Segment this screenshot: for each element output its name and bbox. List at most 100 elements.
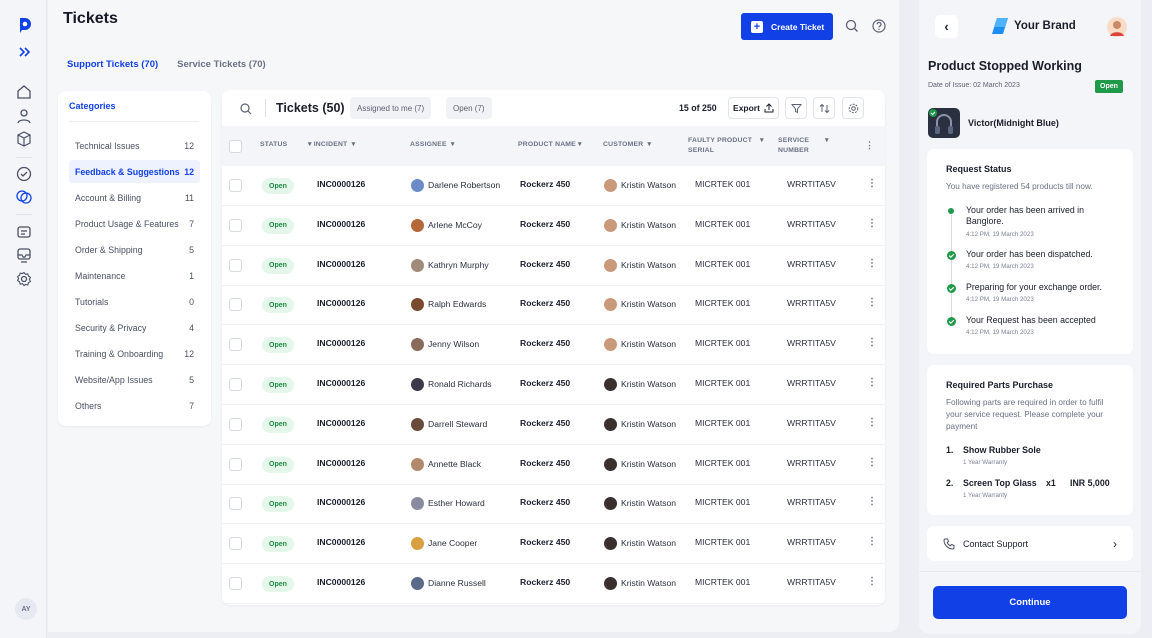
incident-id[interactable]: INC0000126: [317, 497, 365, 507]
incident-id[interactable]: INC0000126: [317, 298, 365, 308]
incident-id[interactable]: INC0000126: [317, 219, 365, 229]
search-icon[interactable]: [845, 19, 859, 33]
home-icon[interactable]: [16, 84, 32, 100]
row-checkbox[interactable]: [229, 179, 242, 192]
chat-icon[interactable]: [16, 189, 32, 205]
help-icon[interactable]: [872, 19, 886, 33]
create-ticket-button[interactable]: + Create Ticket: [741, 13, 833, 40]
box-icon[interactable]: [16, 131, 32, 147]
col-incident[interactable]: ▾ INCIDENT ▾: [308, 140, 355, 150]
table-row[interactable]: Open INC0000126 Ronald Richards Rockerz …: [222, 365, 885, 405]
row-menu-icon[interactable]: ⋮: [867, 258, 877, 269]
category-item[interactable]: Training & Onboarding 12: [69, 342, 200, 365]
row-checkbox[interactable]: [229, 258, 242, 272]
user-avatar[interactable]: AY: [15, 598, 37, 620]
row-checkbox[interactable]: [229, 417, 242, 431]
user-icon[interactable]: [16, 108, 32, 124]
assigned-to-me-filter[interactable]: Assigned to me (7): [350, 97, 432, 119]
export-button[interactable]: Export: [728, 97, 779, 119]
row-menu-icon[interactable]: ⋮: [867, 576, 877, 587]
category-item[interactable]: Feedback & Suggestions 12: [69, 160, 200, 183]
table-row[interactable]: Open INC0000126 Darlene Robertson Rocker…: [222, 166, 885, 206]
column-menu-icon[interactable]: ⋮: [865, 140, 874, 150]
row-menu-icon[interactable]: ⋮: [867, 417, 877, 428]
col-service-number[interactable]: SERVICE NUMBER: [778, 136, 828, 156]
table-row[interactable]: Open INC0000126 Esther Howard Rockerz 45…: [222, 484, 885, 525]
status-badge: Open: [262, 178, 294, 194]
table-row[interactable]: Open INC0000126 Ralph Edwards Rockerz 45…: [222, 285, 885, 326]
search-icon[interactable]: [240, 103, 252, 115]
card-icon[interactable]: [16, 224, 32, 240]
open-filter[interactable]: Open (7): [446, 97, 492, 119]
row-checkbox[interactable]: [229, 378, 242, 391]
col-assignee[interactable]: ASSIGNEE ▾: [410, 140, 455, 150]
col-customer[interactable]: CUSTOMER ▾: [603, 140, 651, 150]
col-faulty-product-serial[interactable]: FAULTY PRODUCT SERIAL: [688, 136, 768, 156]
table-row[interactable]: Open INC0000126 Kathryn Murphy Rockerz 4…: [222, 246, 885, 286]
col-product-name[interactable]: PRODUCT NAME ▾: [518, 140, 582, 150]
row-checkbox[interactable]: [229, 298, 242, 312]
incident-id[interactable]: INC0000126: [317, 338, 365, 348]
incident-id[interactable]: INC0000126: [317, 458, 365, 468]
incident-id[interactable]: INC0000126: [317, 418, 365, 428]
row-menu-icon[interactable]: ⋮: [867, 536, 877, 547]
category-item[interactable]: Product Usage & Features 7: [69, 212, 200, 235]
category-item[interactable]: Technical Issues 12: [69, 134, 200, 157]
settings-icon[interactable]: [16, 271, 32, 287]
category-item[interactable]: Order & Shipping 5: [69, 238, 200, 261]
row-menu-icon[interactable]: ⋮: [867, 178, 877, 189]
profile-avatar[interactable]: [1107, 17, 1127, 37]
back-button[interactable]: ‹: [935, 15, 958, 38]
row-checkbox[interactable]: [229, 457, 242, 471]
col-incident-label: INCIDENT: [313, 141, 348, 148]
incident-id[interactable]: INC0000126: [317, 537, 365, 547]
category-label: Tutorials: [75, 296, 109, 307]
select-all-checkbox[interactable]: [229, 140, 242, 153]
incident-id[interactable]: INC0000126: [317, 378, 365, 388]
row-menu-icon[interactable]: ⋮: [867, 297, 877, 308]
row-menu-icon[interactable]: ⋮: [867, 496, 877, 507]
tab-service-tickets[interactable]: Service Tickets (70): [177, 59, 266, 70]
row-checkbox[interactable]: [229, 338, 242, 352]
row-checkbox[interactable]: [229, 497, 242, 511]
table-row[interactable]: Open INC0000126 Arlene McCoy Rockerz 450…: [222, 206, 885, 246]
row-menu-icon[interactable]: ⋮: [867, 337, 877, 348]
expand-icon[interactable]: [16, 44, 32, 60]
category-item[interactable]: Security & Privacy 4: [69, 316, 200, 339]
category-item[interactable]: Tutorials 0: [69, 290, 200, 313]
contact-support-label: Contact Support: [963, 538, 1029, 549]
col-status[interactable]: STATUS: [260, 140, 287, 150]
table-row[interactable]: Open INC0000126 Jenny Wilson Rockerz 450…: [222, 325, 885, 366]
table-row[interactable]: Open INC0000126 Dianne Russell Rockerz 4…: [222, 564, 885, 604]
service-number: WRRTITA5V: [787, 218, 836, 229]
row-menu-icon[interactable]: ⋮: [867, 218, 877, 229]
sort-button[interactable]: [813, 97, 835, 119]
incident-id[interactable]: INC0000126: [317, 179, 365, 189]
row-menu-icon[interactable]: ⋮: [867, 457, 877, 468]
table-row[interactable]: Open INC0000126 Darrell Steward Rockerz …: [222, 405, 885, 445]
category-count: 1: [189, 270, 194, 281]
contact-support-button[interactable]: Contact Support ›: [927, 526, 1133, 561]
row-checkbox[interactable]: [229, 218, 242, 232]
col-serial-sort[interactable]: ▾: [760, 136, 764, 146]
table-row[interactable]: Open INC0000126 Annette Black Rockerz 45…: [222, 445, 885, 485]
tab-support-tickets[interactable]: Support Tickets (70): [67, 59, 158, 70]
app-logo-icon[interactable]: [17, 16, 33, 34]
inbox-icon[interactable]: [16, 247, 32, 263]
row-checkbox[interactable]: [229, 537, 242, 551]
row-menu-icon[interactable]: ⋮: [867, 377, 877, 388]
check-circle-icon[interactable]: [16, 166, 32, 182]
category-item[interactable]: Others 7: [69, 394, 200, 417]
continue-button[interactable]: Continue: [933, 586, 1127, 619]
incident-id[interactable]: INC0000126: [317, 259, 365, 269]
table-row[interactable]: Open INC0000126 Jane Cooper Rockerz 450 …: [222, 524, 885, 565]
categories-divider: [69, 121, 199, 122]
col-service-sort[interactable]: ▾: [825, 136, 829, 146]
table-settings-button[interactable]: [842, 97, 864, 119]
category-item[interactable]: Maintenance 1: [69, 264, 200, 287]
incident-id[interactable]: INC0000126: [317, 577, 365, 587]
row-checkbox[interactable]: [229, 577, 242, 590]
filter-button[interactable]: [785, 97, 807, 119]
category-item[interactable]: Website/App Issues 5: [69, 368, 200, 391]
category-item[interactable]: Account & Billing 11: [69, 186, 200, 209]
